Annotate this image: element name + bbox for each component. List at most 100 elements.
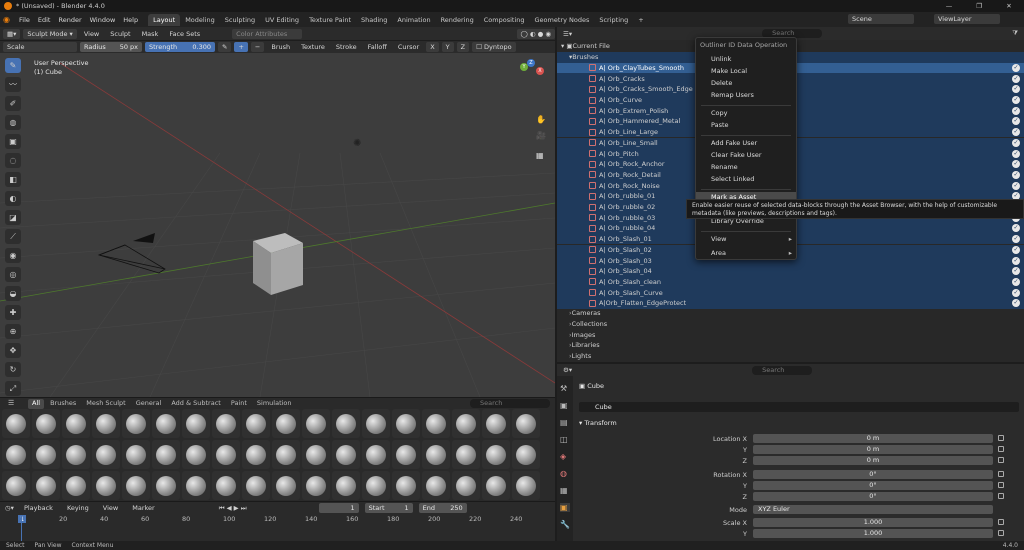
menu-stroke[interactable]: Stroke	[332, 43, 361, 51]
box-hide-icon[interactable]: ◧	[5, 172, 21, 187]
trim-icon[interactable]: ◪	[5, 210, 21, 225]
brush-thumbnail[interactable]	[122, 440, 150, 469]
close-button[interactable]: ✕	[994, 0, 1024, 12]
brush-thumbnail[interactable]	[302, 440, 330, 469]
menu-cursor[interactable]: Cursor	[394, 43, 423, 51]
shelf-tab-paint[interactable]: Paint	[227, 399, 251, 409]
menu-mask[interactable]: Mask	[138, 30, 163, 38]
symmetry-z[interactable]: Z	[456, 42, 470, 52]
tab-sculpting[interactable]: Sculpting	[220, 14, 260, 26]
menu-sculpt[interactable]: Sculpt	[106, 30, 134, 38]
menu-brush[interactable]: Brush	[267, 43, 294, 51]
outliner-brush-item[interactable]: A| Orb_Slash_04 ✓	[557, 265, 1024, 277]
start-frame-field[interactable]: Start 1	[364, 503, 413, 513]
radius-field[interactable]: Radius 50 px	[80, 42, 142, 52]
draw-brush-icon[interactable]: 〰	[5, 77, 21, 92]
lock-rotation-y-icon[interactable]	[998, 482, 1004, 488]
rotation-x-field[interactable]: 0°	[753, 470, 993, 479]
light-object[interactable]: ✺	[353, 138, 361, 149]
fake-user-check-icon[interactable]: ✓	[1012, 245, 1020, 254]
end-frame-field[interactable]: End 250	[418, 503, 467, 513]
fake-user-check-icon[interactable]: ✓	[1012, 256, 1020, 265]
brush-thumbnail[interactable]	[452, 409, 480, 438]
brush-thumbnail[interactable]	[182, 409, 210, 438]
modifier-tab-icon[interactable]: 🔧	[560, 520, 570, 529]
fake-user-check-icon[interactable]: ✓	[1012, 299, 1020, 308]
collection-tab-icon[interactable]: ▦	[560, 486, 570, 495]
symmetry-x[interactable]: X	[426, 42, 439, 52]
rotation-mode-selector[interactable]: XYZ Euler	[753, 505, 993, 514]
lock-rotation-z-icon[interactable]	[998, 493, 1004, 499]
brush-thumbnail[interactable]	[242, 440, 270, 469]
fake-user-check-icon[interactable]: ✓	[1012, 106, 1020, 115]
brush-thumbnail[interactable]	[152, 409, 180, 438]
shelf-tab-brushes[interactable]: Brushes	[46, 399, 80, 409]
brush-thumbnail[interactable]	[242, 409, 270, 438]
grid-view-icon[interactable]: ▦	[536, 151, 544, 160]
navigation-gizmo[interactable]: X Y Z	[516, 59, 550, 93]
tab-compositing[interactable]: Compositing	[479, 14, 530, 26]
brush-thumbnail[interactable]	[482, 471, 510, 500]
brush-thumbnail[interactable]	[362, 440, 390, 469]
rotate-tool-icon[interactable]: ↻	[5, 362, 21, 377]
brush-thumbnail[interactable]	[272, 440, 300, 469]
menu-keying[interactable]: Keying	[63, 504, 93, 512]
menu-timeline-view[interactable]: View	[99, 504, 122, 512]
menu-face-sets[interactable]: Face Sets	[165, 30, 204, 38]
outliner-cameras-group[interactable]: › Cameras	[557, 308, 1024, 319]
scale-x-field[interactable]: 1.000	[753, 518, 993, 527]
brush-thumbnail[interactable]	[212, 440, 240, 469]
lock-scale-y-icon[interactable]	[998, 530, 1004, 536]
scene-tab-icon[interactable]: ◈	[560, 452, 570, 461]
shelf-menu-icon[interactable]: ☰	[8, 399, 14, 407]
shelf-tab-add-subtract[interactable]: Add & Subtract	[167, 399, 224, 409]
rotation-z-field[interactable]: 0°	[753, 492, 993, 501]
fake-user-check-icon[interactable]: ✓	[1012, 128, 1020, 137]
brush-thumbnail[interactable]	[212, 409, 240, 438]
menu-marker[interactable]: Marker	[128, 504, 158, 512]
brush-thumbnail[interactable]	[2, 471, 30, 500]
lock-rotation-x-icon[interactable]	[998, 471, 1004, 477]
brush-thumbnail[interactable]	[452, 440, 480, 469]
brush-thumbnail[interactable]	[212, 471, 240, 500]
menu-item-area[interactable]: Area	[696, 248, 796, 259]
menu-file[interactable]: File	[15, 16, 34, 24]
3d-viewport[interactable]: User Perspective (1) Cube ✺ X Y Z ✋ 🎥 ▦	[0, 53, 555, 397]
box-mask-icon[interactable]: ▣	[5, 134, 21, 149]
brush-thumbnail[interactable]	[92, 471, 120, 500]
brush-thumbnail[interactable]	[422, 471, 450, 500]
brush-thumbnail[interactable]	[482, 440, 510, 469]
brush-thumbnail[interactable]	[32, 471, 60, 500]
menu-item-paste[interactable]: Paste	[696, 120, 796, 131]
brush-thumbnail[interactable]	[332, 471, 360, 500]
tab-shading[interactable]: Shading	[356, 14, 392, 26]
menu-view[interactable]: View	[80, 30, 103, 38]
brush-thumbnail[interactable]	[182, 471, 210, 500]
fake-user-check-icon[interactable]: ✓	[1012, 149, 1020, 158]
menu-item-unlink[interactable]: Unlink	[696, 54, 796, 65]
minimize-button[interactable]: —	[934, 0, 964, 12]
brush-thumbnail[interactable]	[332, 440, 360, 469]
filter-icon[interactable]: ⧩	[1012, 29, 1018, 38]
shelf-tab-all[interactable]: All	[28, 399, 45, 409]
brush-thumbnail[interactable]	[362, 471, 390, 500]
mode-selector[interactable]: Sculpt Mode ▾	[23, 28, 77, 39]
fake-user-check-icon[interactable]: ✓	[1012, 181, 1020, 190]
fake-user-check-icon[interactable]: ✓	[1012, 235, 1020, 244]
brush-thumbnail[interactable]	[122, 409, 150, 438]
cube-object[interactable]	[245, 231, 305, 301]
outliner-brush-item[interactable]: A| Orb_Slash_clean ✓	[557, 276, 1024, 288]
shelf-tab-simulation[interactable]: Simulation	[253, 399, 296, 409]
rotation-y-field[interactable]: 0°	[753, 481, 993, 490]
timeline-ruler[interactable]: 1 20 40 60 80 100 120 140 160 180 200 220 240	[0, 515, 555, 525]
brush-thumbnail[interactable]	[332, 409, 360, 438]
symmetry-y[interactable]: Y	[441, 42, 454, 52]
mesh-filter-icon[interactable]: ◉	[5, 248, 21, 263]
shading-modes[interactable]: ◯ ◐ ● ◉	[516, 28, 555, 39]
outliner-collections-group[interactable]: › Collections	[557, 319, 1024, 330]
blender-menu-icon[interactable]: ◉	[3, 15, 15, 24]
maximize-button[interactable]: ❐	[964, 0, 994, 12]
brush-thumbnail[interactable]	[482, 409, 510, 438]
brush-thumbnail[interactable]	[242, 471, 270, 500]
brush-thumbnail[interactable]	[62, 440, 90, 469]
